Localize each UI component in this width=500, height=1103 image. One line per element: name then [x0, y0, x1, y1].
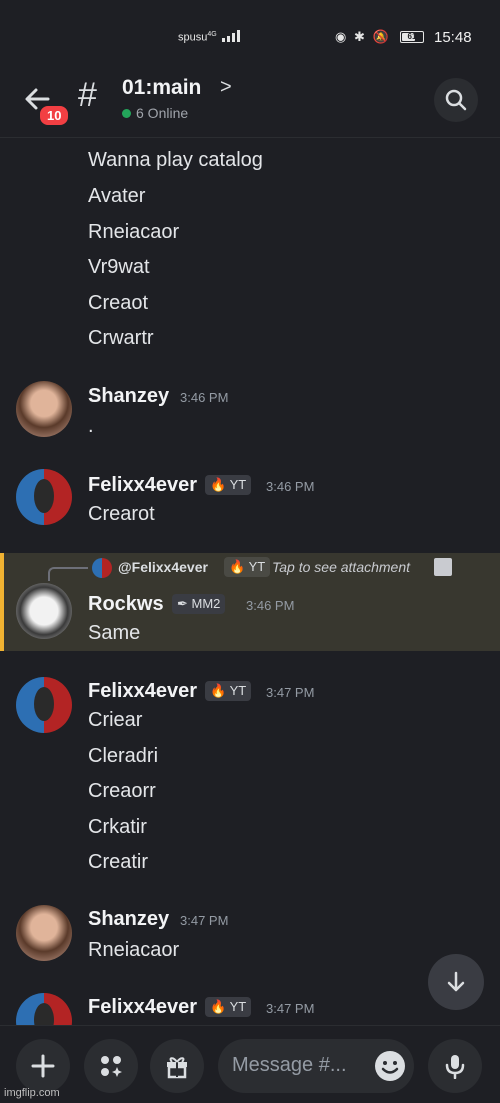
message-author[interactable]: Felixx4ever [88, 680, 197, 703]
message-author[interactable]: Shanzey [88, 908, 169, 931]
gift-button[interactable] [150, 1039, 204, 1093]
message-line: Creatir [88, 851, 149, 873]
message-author[interactable]: Shanzey [88, 385, 169, 408]
plus-icon [31, 1054, 55, 1078]
status-time: 15:48 [434, 29, 472, 46]
message-author[interactable]: Felixx4ever [88, 996, 197, 1019]
message-line: Crkatir [88, 816, 147, 838]
search-icon [445, 89, 467, 111]
user-tag: 🔥 YT [205, 475, 252, 495]
carrier-name: spusu4G [178, 31, 217, 44]
reply-username[interactable]: @Felixx4ever [118, 559, 208, 575]
message-line: Creaorr [88, 780, 156, 802]
avatar[interactable] [16, 583, 72, 639]
message-line: Creaot [88, 292, 149, 314]
reply-user-tag: 🔥 YT [224, 557, 271, 577]
search-button[interactable] [434, 78, 478, 122]
user-tag: 🔥 YT [205, 997, 252, 1017]
message-line: Cleradri [88, 745, 159, 767]
message-line: Avater [88, 185, 146, 207]
scroll-to-bottom-button[interactable] [428, 954, 484, 1010]
channel-name[interactable]: 01:main [122, 76, 201, 100]
signal-icon [222, 30, 240, 42]
message-line: Rneiacaor [88, 221, 180, 243]
avatar[interactable] [16, 993, 72, 1025]
message-placeholder: Message #... [232, 1054, 347, 1076]
reply-connector [48, 567, 88, 581]
message-author[interactable]: Felixx4ever [88, 474, 197, 497]
avatar[interactable] [16, 677, 72, 733]
message-time: 3:47 PM [180, 913, 229, 928]
message-time: 3:46 PM [266, 479, 315, 494]
message-time: 3:46 PM [180, 390, 229, 405]
message-time: 3:46 PM [246, 598, 295, 613]
watermark: imgflip.com [4, 1087, 60, 1099]
message-line: Crearot [88, 503, 155, 525]
avatar[interactable] [16, 469, 72, 525]
gift-icon [167, 1057, 187, 1079]
message-line: . [88, 415, 94, 437]
apps-button[interactable] [84, 1039, 138, 1093]
message-line: Wanna play catalog [88, 149, 263, 171]
channel-header: 10 # 01:main > 6 Online [0, 70, 500, 138]
composer-bar: Message #... [0, 1025, 500, 1103]
message-line: Vr9wat [88, 256, 150, 278]
user-tag: ✒ MM2 [172, 594, 226, 614]
unread-badge: 10 [38, 104, 71, 127]
apps-icon [101, 1056, 122, 1077]
voice-message-button[interactable] [428, 1039, 482, 1093]
message-line: Crwartr [88, 327, 154, 349]
online-count: 6 Online [122, 105, 188, 121]
message-line: Same [88, 622, 141, 644]
reply-avatar [92, 558, 112, 578]
emoji-icon[interactable] [374, 1050, 406, 1082]
avatar[interactable] [16, 381, 72, 437]
user-tag: 🔥 YT [205, 681, 252, 701]
message-time: 3:47 PM [266, 1001, 315, 1016]
image-icon [434, 558, 452, 576]
microphone-icon [445, 1055, 465, 1079]
highlighted-message[interactable]: @Felixx4ever 🔥 YT Tap to see attachment … [0, 553, 500, 651]
add-attachment-button[interactable] [16, 1039, 70, 1093]
message-input[interactable]: Message #... [218, 1039, 414, 1093]
message-author[interactable]: Rockws [88, 593, 164, 616]
message-time: 3:47 PM [266, 685, 315, 700]
chevron-right-icon[interactable]: > [220, 76, 232, 99]
message-list[interactable]: Wanna play catalog Avater Rneiacaor Vr9w… [0, 139, 500, 1025]
status-bar: spusu4G ◉ ✱ 🔕 61 15:48 [0, 0, 500, 70]
battery-icon: 61 [400, 31, 424, 43]
message-line: Criear [88, 709, 143, 731]
arrow-down-icon [447, 971, 465, 992]
online-dot [122, 109, 131, 118]
avatar[interactable] [16, 905, 72, 961]
channel-hash-icon: # [78, 76, 97, 114]
reply-preview[interactable]: Tap to see attachment [272, 559, 410, 575]
message-line: Rneiacaor [88, 939, 180, 961]
status-icons: ◉ ✱ 🔕 [335, 29, 391, 44]
